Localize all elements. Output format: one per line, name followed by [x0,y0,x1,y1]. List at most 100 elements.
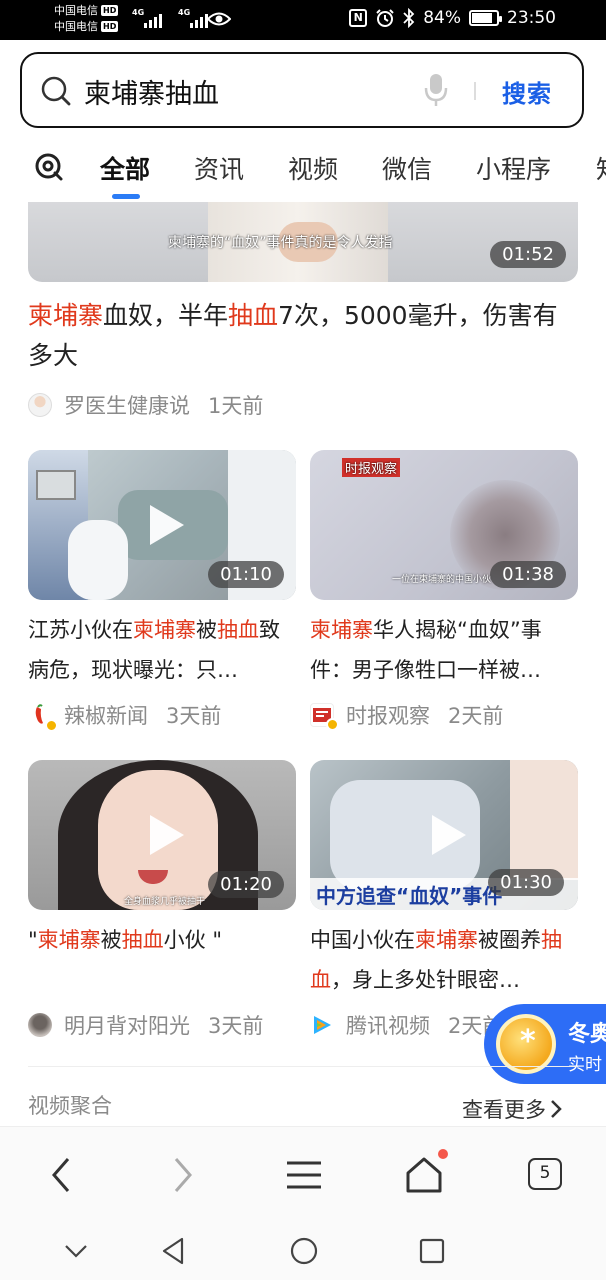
chili-news-avatar [28,703,58,732]
thumbnail-banner: 中方追查“血奴”事件 [316,884,503,908]
search-separator [474,82,476,100]
divider [28,1066,578,1067]
recent-apps-icon[interactable] [416,1236,448,1266]
system-home-icon[interactable] [288,1236,320,1266]
system-back-icon[interactable] [158,1236,190,1266]
publish-time: 2天前 [448,704,504,728]
network-type: 4G [132,8,145,17]
video-source[interactable]: 辣椒新闻 3天前 [28,700,222,732]
avatar [28,1013,52,1037]
tab-news[interactable]: 资讯 [194,150,244,186]
winter-olympics-promo[interactable]: 冬奥 实时 [484,1004,606,1084]
source-name: 明月背对阳光 [64,1014,190,1038]
video-source[interactable]: 腾讯视频 2天前 [310,1010,503,1040]
tab-mini-program[interactable]: 小程序 [476,150,551,186]
video-source[interactable]: 时报观察 2天前 [310,700,504,731]
carrier-2: 中国电信 [54,20,98,33]
publish-time: 3天前 [208,1014,264,1038]
alarm-icon [376,9,394,27]
video-duration: 01:20 [208,871,284,898]
search-bar[interactable]: 柬埔寨抽血 搜索 [20,52,584,128]
tencent-video-icon [314,1016,331,1034]
play-icon [150,815,184,855]
verified-badge [326,718,339,731]
battery-percent: 84% [423,8,461,28]
visual-search-icon[interactable] [34,152,64,182]
carrier-info: 中国电信 HD 中国电信 HD [54,3,119,35]
featured-video-thumbnail[interactable]: 柬埔寨的“血奴”事件真的是令人发指 01:52 [28,202,578,282]
eye-comfort-icon [207,12,231,26]
carrier-1: 中国电信 [54,4,98,17]
title-seg: 抽血 [228,301,279,330]
video-thumbnail[interactable]: 全身血浆几乎被抽干 01:20 [28,760,296,910]
browser-toolbar: 5 [0,1126,606,1222]
thumbnail-caption: 全身血浆几乎被抽干 [124,897,206,907]
video-source[interactable]: 明月背对阳光 3天前 [28,1010,263,1040]
signal-icon: 4G [132,8,168,30]
tab-video[interactable]: 视频 [288,150,338,186]
thumbnail-caption: 柬埔寨的“血奴”事件真的是令人发指 [168,235,393,251]
status-bar: 中国电信 HD 中国电信 HD 4G 4G N 84% 23:50 [0,0,606,40]
home-icon[interactable] [404,1155,444,1195]
source-name: 罗医生健康说 [64,394,190,418]
collapse-icon[interactable] [60,1236,92,1266]
nfc-icon: N [349,9,368,27]
signal-indicators: 4G 4G [132,8,214,30]
microphone-icon[interactable] [422,72,450,108]
notification-dot [438,1149,448,1159]
publish-time: 3天前 [166,704,222,728]
title-seg: 小伙 " [163,928,223,952]
title-seg: 血奴，半年 [103,301,229,330]
avatar [28,393,52,417]
active-tab-indicator [112,194,140,199]
video-title[interactable]: 江苏小伙在柬埔寨被抽血致病危，现状曝光：只… [28,610,296,690]
title-seg: ，身上多处针眼密… [331,968,520,992]
featured-source[interactable]: 罗医生健康说 1天前 [28,390,263,420]
thumbnail-caption: 一位在柬埔寨的中国小伙 [392,575,492,585]
tencent-video-avatar [310,1013,334,1037]
see-more-label: 查看更多 [462,1098,546,1122]
times-observer-avatar [310,703,339,731]
category-tabs: 全部 资讯 视频 微信 小程序 知 [0,140,606,200]
video-duration: 01:38 [490,561,566,588]
status-right: N 84% 23:50 [349,8,556,28]
search-button[interactable]: 搜索 [502,74,552,109]
source-name: 腾讯视频 [346,1014,430,1038]
menu-icon[interactable] [284,1155,324,1195]
tab-count: 5 [539,1163,551,1183]
tabs-button[interactable]: 5 [528,1158,562,1190]
title-seg: 被 [100,928,122,952]
see-more-link[interactable]: 查看更多 [462,1094,562,1124]
title-seg: " [28,928,38,952]
title-seg: 柬埔寨 [415,928,478,952]
network-type: 4G [178,8,191,17]
video-thumbnail[interactable]: 时报观察 一位在柬埔寨的中国小伙 01:38 [310,450,578,600]
video-title[interactable]: 柬埔寨华人揭秘“血奴”事件：男子像牲口一样被… [310,610,578,690]
featured-video-title[interactable]: 柬埔寨血奴，半年抽血7次，5000毫升，伤害有多大 [28,296,578,376]
title-seg: 柬埔寨 [28,301,104,330]
video-thumbnail[interactable]: 中方追查“血奴”事件 01:30 [310,760,578,910]
tab-all[interactable]: 全部 [100,150,150,186]
promo-title: 冬奥 [568,1022,606,1047]
bluetooth-icon [403,8,415,28]
promo-subtitle: 实时 [568,1055,602,1075]
search-input[interactable]: 柬埔寨抽血 [84,72,219,111]
title-seg: 柬埔寨 [37,928,101,952]
search-icon [41,76,71,106]
battery-icon [469,10,502,26]
title-seg: 柬埔寨 [310,618,373,642]
clock: 23:50 [507,8,556,28]
tab-knowledge[interactable]: 知 [596,150,606,186]
tab-wechat[interactable]: 微信 [382,150,432,186]
hd-badge: HD [101,21,119,32]
source-name: 辣椒新闻 [64,704,148,728]
video-title[interactable]: "柬埔寨被抽血小伙 " [28,920,296,960]
video-title[interactable]: 中国小伙在柬埔寨被圈养抽血，身上多处针眼密… [310,920,578,1000]
video-duration: 01:10 [208,561,284,588]
forward-icon[interactable] [162,1155,202,1195]
back-icon[interactable] [44,1155,84,1195]
video-duration: 01:52 [490,241,566,268]
title-seg: 被 [196,618,217,642]
video-thumbnail[interactable]: 01:10 [28,450,296,600]
medal-icon [496,1014,556,1074]
